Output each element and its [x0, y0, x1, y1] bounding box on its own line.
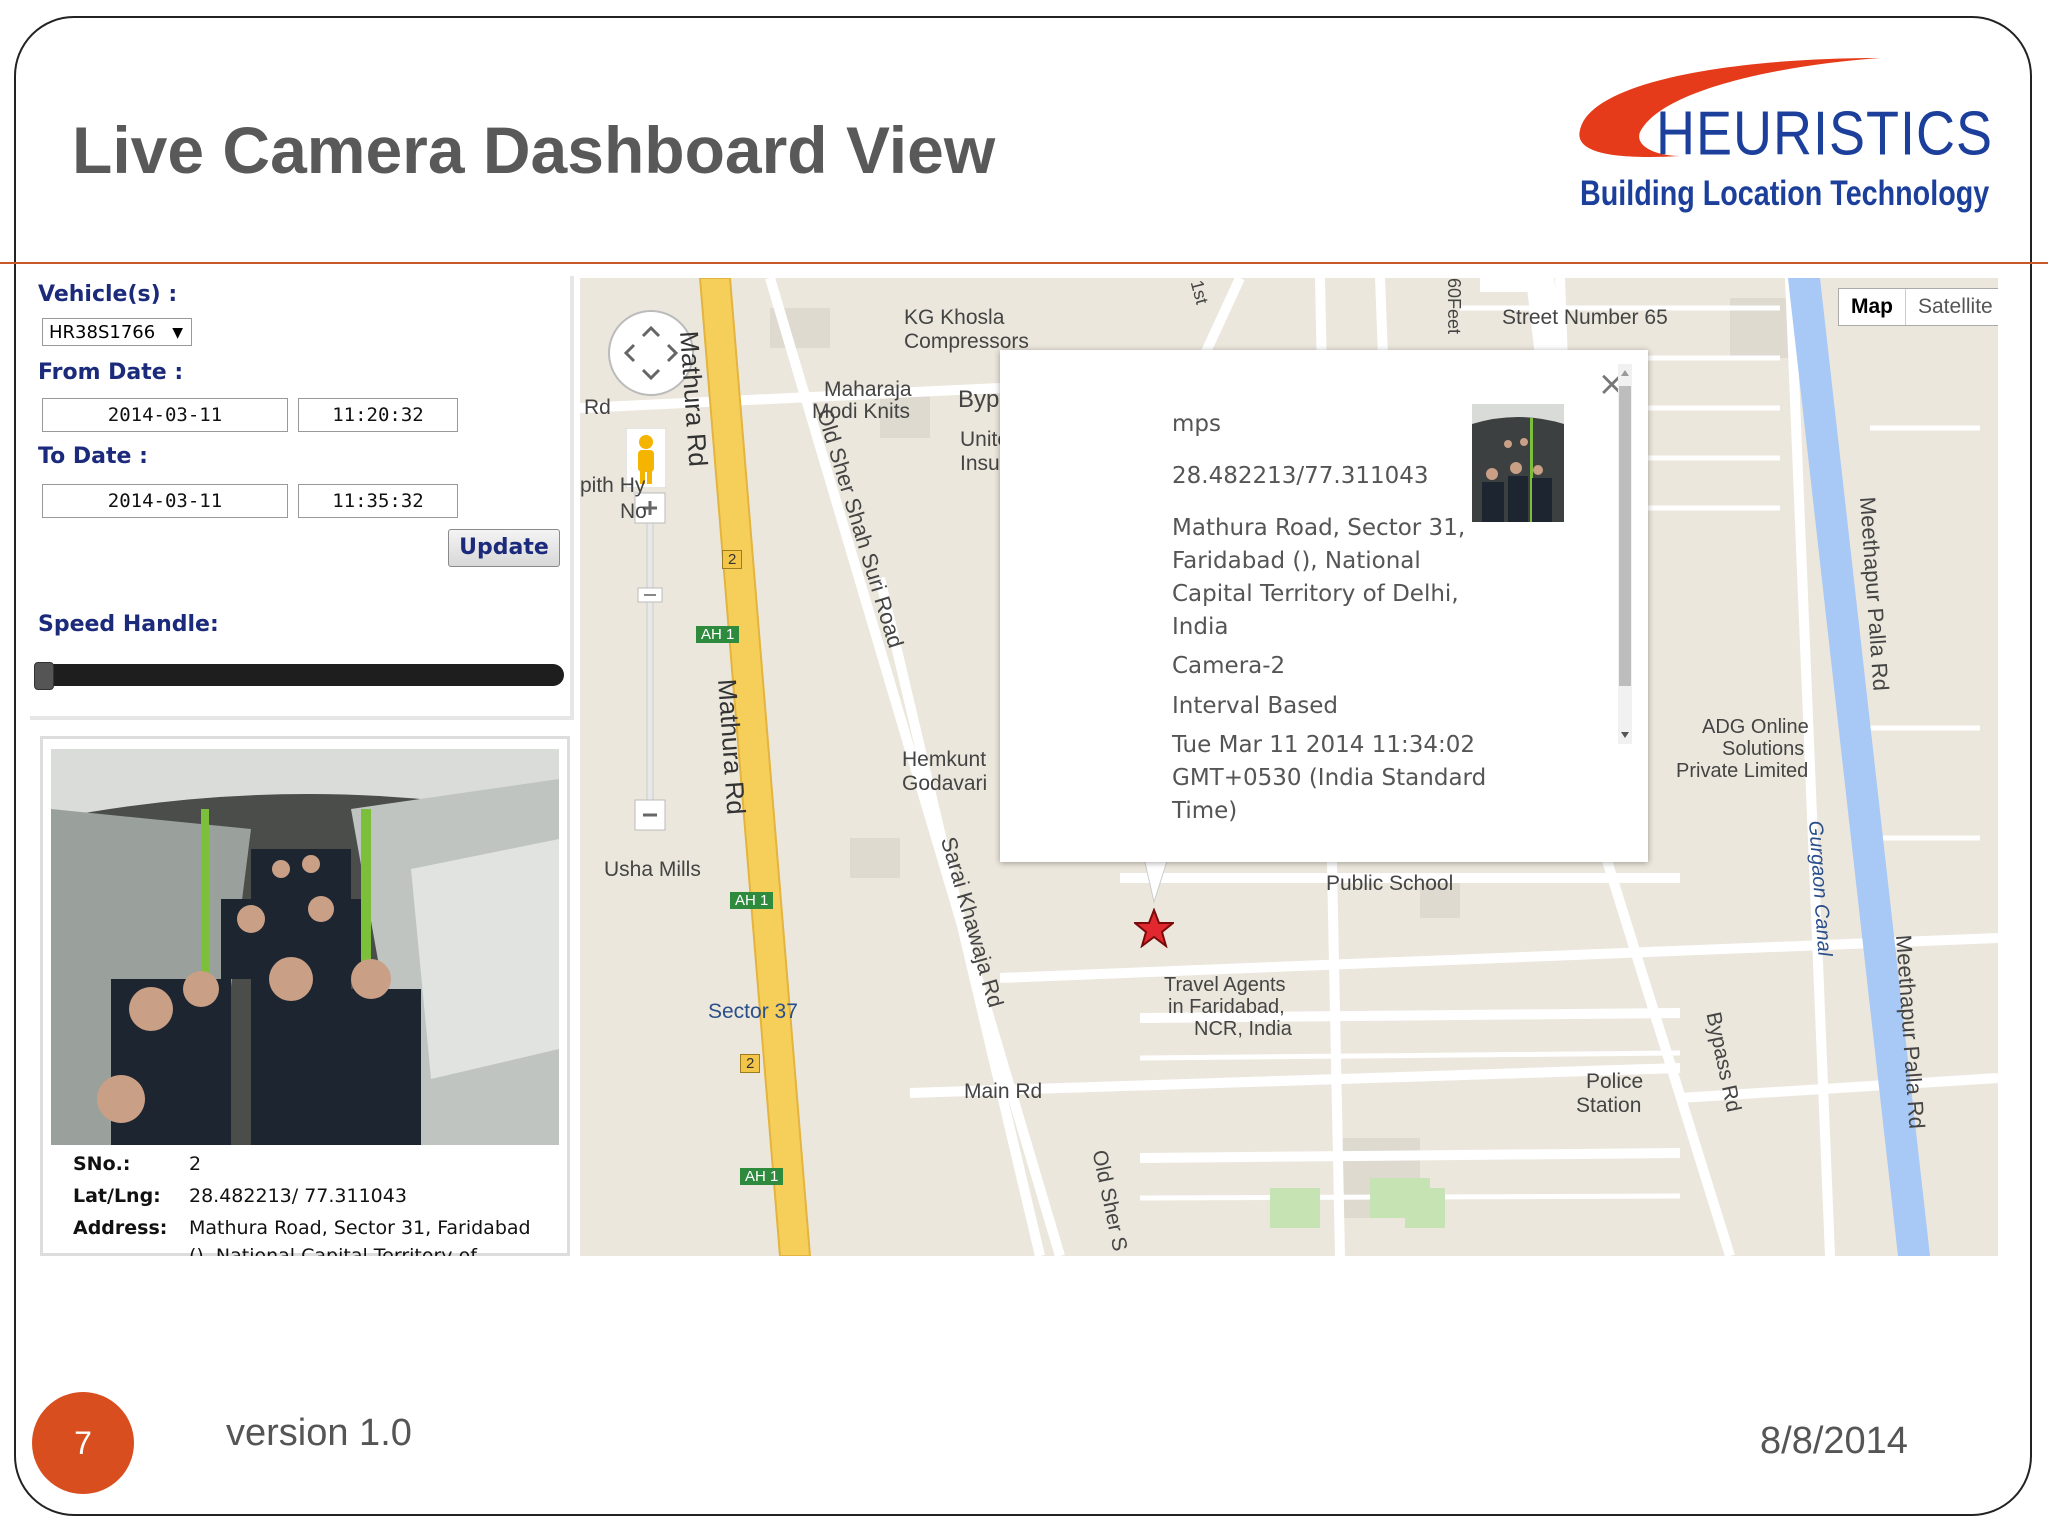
control-panel: Vehicle(s) : HR38S1766 ▼ From Date : 201… [30, 276, 574, 1256]
version-text: version 1.0 [226, 1412, 412, 1454]
logo-name: HEURISTICS [1656, 99, 1994, 169]
map-label: 60Feet [1444, 278, 1464, 335]
map-type-toggle[interactable]: Map Satellite [1838, 288, 1998, 326]
map-label: No [620, 500, 647, 523]
map-label: Street Number 65 [1502, 306, 1668, 329]
to-date-label: To Date : [38, 444, 148, 469]
popup-address-line: India [1172, 614, 1229, 640]
popup-camera-thumbnail[interactable] [1472, 404, 1564, 522]
google-map[interactable]: KG Khosla Compressors Maharaja Modi Knit… [580, 278, 1998, 1256]
map-label: Rd [584, 396, 611, 419]
vehicle-label: Vehicle(s) : [38, 282, 178, 307]
map-type-satellite-button[interactable]: Satellite [1906, 289, 1998, 325]
from-time-input[interactable]: 11:20:32 [298, 398, 458, 432]
map-type-map-button[interactable]: Map [1839, 289, 1906, 325]
map-label: Police [1586, 1070, 1644, 1093]
latlng-label: Lat/Lng: [73, 1185, 161, 1207]
popup-speed: mps [1172, 411, 1221, 437]
address-line1: Mathura Road, Sector 31, Faridabad [189, 1217, 531, 1239]
map-label: Solutions [1722, 738, 1805, 760]
popup-pointer [1143, 858, 1169, 904]
popup-address-line: Capital Territory of Delhi, [1172, 581, 1459, 607]
from-date-input[interactable]: 2014-03-11 [42, 398, 288, 432]
map-label: Private Limited [1676, 760, 1809, 782]
map-label: Maharaja [824, 378, 912, 401]
from-date-label: From Date : [38, 360, 184, 385]
map-label: ADG Online [1702, 716, 1809, 738]
app-screenshot: Vehicle(s) : HR38S1766 ▼ From Date : 201… [30, 276, 2020, 1256]
route-shield: 2 [722, 550, 743, 569]
address-label: Address: [73, 1217, 168, 1239]
map-label: Sector 37 [708, 1000, 798, 1023]
slide-title: Live Camera Dashboard View [72, 113, 996, 187]
address-line2: (), National Capital Territory of [189, 1245, 477, 1256]
popup-mode: Interval Based [1172, 693, 1338, 719]
popup-address-line: Mathura Road, Sector 31, [1172, 515, 1466, 541]
map-label: Public School [1326, 872, 1454, 895]
map-label: Godavari [902, 772, 988, 795]
map-label: Usha Mills [604, 858, 701, 881]
speed-handle-label: Speed Handle: [38, 612, 219, 637]
camera-image [51, 749, 559, 1145]
popup-time-line: Tue Mar 11 2014 11:34:02 [1172, 732, 1476, 758]
popup-time-line: GMT+0530 (India Standard [1172, 765, 1487, 791]
panel-divider-horizontal [30, 716, 574, 720]
map-label: pith Hy [580, 474, 646, 497]
sno-label: SNo.: [73, 1153, 131, 1175]
map-label: Station [1576, 1094, 1642, 1117]
to-date-input[interactable]: 2014-03-11 [42, 484, 288, 518]
route-shield: 2 [740, 1054, 761, 1073]
route-shield: AH 1 [730, 892, 774, 909]
company-logo: HEURISTICS Building Location Technology [1570, 52, 1992, 232]
popup-scrollbar[interactable] [1616, 364, 1634, 744]
update-button[interactable]: Update [448, 529, 560, 567]
speed-slider[interactable] [34, 662, 564, 690]
zoom-control[interactable] [634, 492, 666, 832]
vehicle-select[interactable]: HR38S1766 ▼ [42, 318, 192, 346]
logo-tagline: Building Location Technology [1580, 174, 1990, 213]
bus-camera-photo[interactable] [51, 749, 559, 1145]
speed-slider-knob[interactable] [34, 662, 54, 690]
vehicle-select-value: HR38S1766 [49, 322, 156, 343]
map-label: NCR, India [1194, 1018, 1292, 1040]
map-label: Travel Agents [1164, 974, 1286, 996]
popup-camera: Camera-2 [1172, 653, 1286, 679]
route-shield: AH 1 [740, 1168, 784, 1185]
popup-address-line: Faridabad (), National [1172, 548, 1421, 574]
map-label: Insu [960, 452, 1000, 475]
popup-time-line: Time) [1172, 798, 1238, 824]
to-time-input[interactable]: 11:35:32 [298, 484, 458, 518]
map-label: Hemkunt [902, 748, 987, 771]
sno-value: 2 [189, 1153, 202, 1175]
map-label: KG Khosla [904, 306, 1005, 329]
map-info-window: × mps 28.482213/77.311043 Mathura Road, … [1000, 350, 1648, 862]
map-label: Main Rd [964, 1080, 1043, 1103]
page-number: 7 [74, 1425, 92, 1461]
dropdown-arrow-icon: ▼ [172, 325, 183, 341]
page-number-badge: 7 [32, 1392, 134, 1494]
route-shield: AH 1 [696, 626, 740, 643]
popup-coords: 28.482213/77.311043 [1172, 463, 1429, 489]
map-label: in Faridabad, [1168, 996, 1285, 1018]
panel-divider [570, 276, 574, 716]
latlng-value: 28.482213/ 77.311043 [189, 1185, 407, 1207]
title-divider [0, 262, 2048, 264]
slide-date: 8/8/2014 [1760, 1420, 1908, 1462]
camera-record-panel: SNo.: 2 Lat/Lng: 28.482213/ 77.311043 Ad… [40, 736, 570, 1256]
